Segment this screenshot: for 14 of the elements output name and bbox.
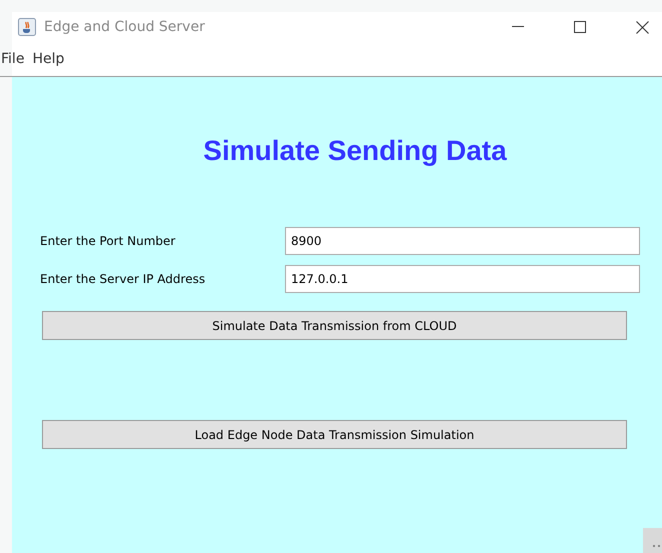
java-cup-icon: [18, 18, 36, 36]
input-field[interactable]: 8900: [285, 227, 640, 255]
input-field[interactable]: 127.0.0.1: [285, 265, 640, 293]
maximize-icon[interactable]: [574, 21, 586, 33]
menu-item[interactable]: Help: [31, 51, 64, 67]
minimize-icon[interactable]: [512, 26, 524, 28]
simulate-button[interactable]: Simulate Data Transmission from CLOUD: [42, 311, 627, 340]
window-title: Edge and Cloud Server: [44, 19, 205, 35]
simulate-button[interactable]: Load Edge Node Data Transmission Simulation: [42, 420, 627, 449]
field-label: Enter the Server IP Address: [40, 272, 206, 286]
close-icon[interactable]: [636, 20, 649, 34]
menu-item[interactable]: File: [0, 51, 24, 67]
field-label: Enter the Port Number: [40, 234, 176, 248]
heading: Simulate Sending Data: [202, 135, 508, 167]
